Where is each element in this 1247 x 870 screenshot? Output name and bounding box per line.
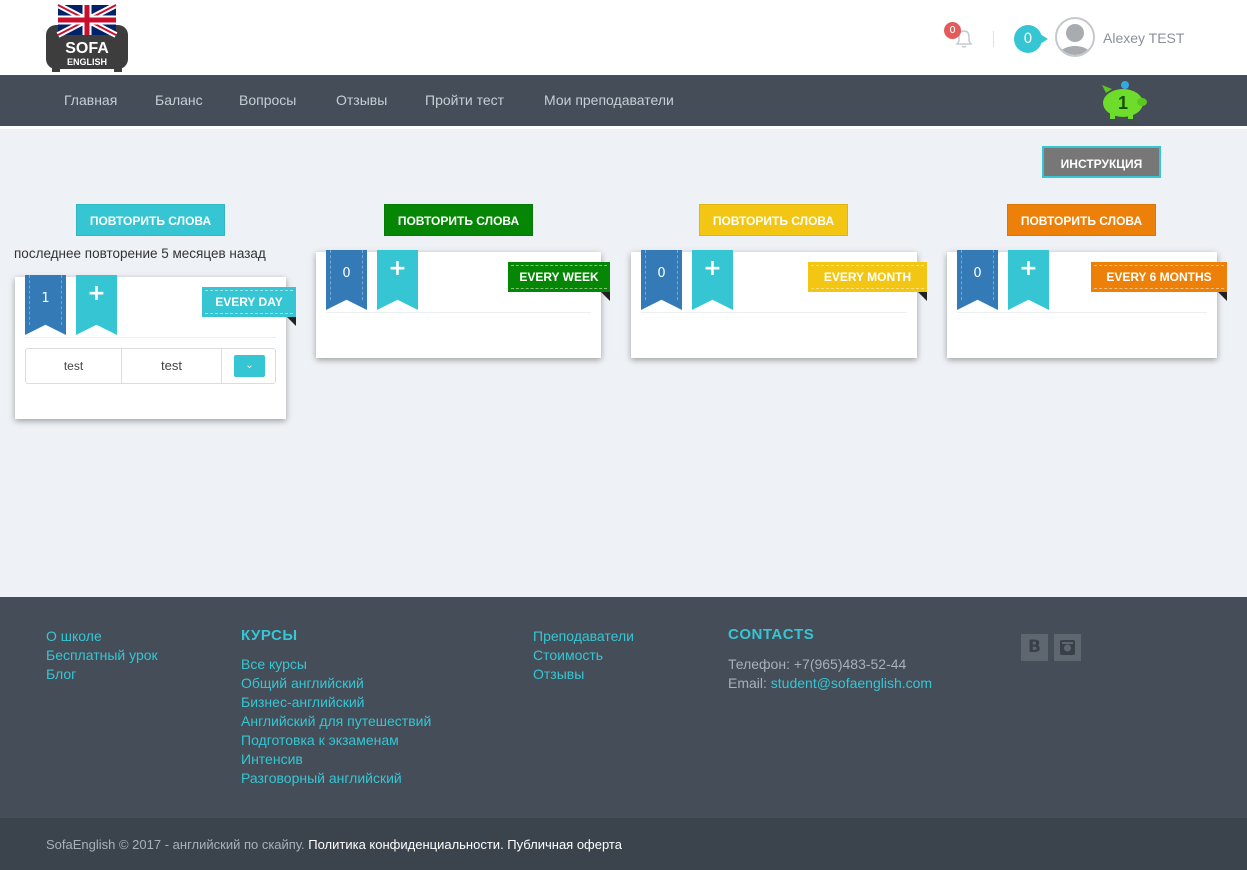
footer-link-course[interactable]: Разговорный английский — [241, 769, 402, 788]
repeat-words-button-monthly[interactable]: ПОВТОРИТЬ СЛОВА — [699, 204, 848, 236]
period-tag: EVERY 6 MONTHS — [1091, 262, 1227, 301]
deck-count: 0 — [973, 266, 982, 281]
footer-link-about[interactable]: О школе — [46, 627, 102, 646]
username-label[interactable]: Alexey TEST — [1103, 30, 1184, 46]
footer-link-pricing[interactable]: Стоимость — [533, 646, 603, 665]
repeat-words-button-weekly[interactable]: ПОВТОРИТЬ СЛОВА — [384, 204, 533, 236]
word-row: test test ⌄ — [25, 348, 276, 384]
deck-count: 1 — [41, 291, 50, 306]
nav-item-take-test[interactable]: Пройти тест — [425, 92, 504, 108]
instruction-button[interactable]: ИНСТРУКЦИЯ — [1042, 146, 1161, 178]
footer-link-reviews[interactable]: Отзывы — [533, 665, 584, 684]
avatar[interactable] — [1055, 17, 1095, 57]
footer-link-course[interactable]: Подготовка к экзаменам — [241, 731, 399, 750]
piggy-bank[interactable]: 1 — [1098, 79, 1150, 121]
piggy-bank-icon: 1 — [1102, 81, 1147, 119]
add-word-button[interactable]: + — [377, 250, 418, 310]
card-divider — [326, 312, 591, 313]
plus-icon: + — [703, 256, 722, 281]
footer-email-label: Email: — [728, 675, 771, 691]
deck-count-ribbon: 0 — [326, 250, 367, 310]
footer-link-teachers[interactable]: Преподаватели — [533, 627, 634, 646]
footer-email-row: Email: student@sofaenglish.com — [728, 674, 932, 693]
footer-link-course[interactable]: Общий английский — [241, 674, 364, 693]
top-header: SOFA ENGLISH 0 0 Alexey TEST — [0, 0, 1247, 75]
nav-item-questions[interactable]: Вопросы — [239, 92, 296, 108]
logo-text-bottom: ENGLISH — [67, 57, 107, 67]
word-original[interactable]: test — [26, 349, 121, 383]
copyright-bar: SofaEnglish © 2017 - английский по скайп… — [0, 818, 1247, 870]
period-tag: EVERY WEEK — [508, 262, 610, 301]
repeat-words-button-daily[interactable]: ПОВТОРИТЬ СЛОВА — [76, 204, 225, 236]
footer-phone: Телефон: +7(965)483-52-44 — [728, 656, 907, 672]
plus-icon: + — [388, 256, 407, 281]
deck-card-daily: 1 + EVERY DAY test test ⌄ — [15, 275, 296, 419]
last-repeat-text: последнее повторение 5 месяцев назад — [14, 246, 266, 261]
word-dropdown-button[interactable]: ⌄ — [234, 355, 265, 377]
repeat-words-button-6months[interactable]: ПОВТОРИТЬ СЛОВА — [1007, 204, 1156, 236]
nav-item-my-teachers[interactable]: Мои преподаватели — [544, 92, 674, 108]
add-word-button[interactable]: + — [76, 275, 117, 335]
instagram-icon[interactable] — [1054, 634, 1081, 661]
add-word-button[interactable]: + — [1008, 250, 1049, 310]
footer-contacts-heading: CONTACTS — [728, 626, 815, 643]
period-tag: EVERY MONTH — [808, 262, 927, 301]
nav-item-reviews[interactable]: Отзывы — [336, 92, 387, 108]
footer-link-course[interactable]: Интенсив — [241, 750, 303, 769]
messages-count-badge[interactable]: 0 — [1014, 25, 1048, 53]
copyright-label: SofaEnglish © 2017 - английский по скайп… — [46, 837, 309, 852]
deck-count: 0 — [657, 266, 666, 281]
deck-card-weekly: 0 + EVERY WEEK — [316, 250, 610, 358]
user-avatar-icon — [1059, 24, 1091, 55]
main-nav: Главная Баланс Вопросы Отзывы Пройти тес… — [0, 75, 1247, 126]
footer-link-course[interactable]: Английский для путешествий — [241, 712, 431, 731]
deck-card-6months: 0 + EVERY 6 MONTHS — [947, 250, 1227, 358]
sofaenglish-logo[interactable]: SOFA ENGLISH — [44, 2, 130, 73]
copyright-text: SofaEnglish © 2017 - английский по скайп… — [46, 837, 622, 852]
deck-count-ribbon: 0 — [641, 250, 682, 310]
card-divider — [25, 337, 276, 338]
notifications-button[interactable]: 0 — [944, 22, 974, 52]
privacy-policy-link[interactable]: Политика конфиденциальности — [308, 837, 500, 852]
nav-item-balance[interactable]: Баланс — [155, 92, 203, 108]
piggy-bank-value: 1 — [1118, 93, 1128, 113]
footer-link-blog[interactable]: Блог — [46, 665, 76, 684]
footer: О школе Бесплатный урок Блог КУРСЫ Все к… — [0, 597, 1247, 818]
card-divider — [957, 312, 1207, 313]
word-separator — [221, 349, 222, 383]
deck-count: 0 — [342, 266, 351, 281]
deck-count-ribbon: 1 — [25, 275, 66, 335]
footer-email-link[interactable]: student@sofaenglish.com — [771, 675, 932, 691]
nav-underline — [0, 126, 1247, 129]
deck-count-ribbon: 0 — [957, 250, 998, 310]
plus-icon: + — [87, 281, 106, 306]
word-translation[interactable]: test — [122, 349, 221, 383]
nav-item-home[interactable]: Главная — [64, 92, 117, 108]
footer-link-course[interactable]: Бизнес-английский — [241, 693, 365, 712]
public-offer-link[interactable]: Публичная оферта — [507, 837, 622, 852]
logo-text-top: SOFA — [65, 40, 109, 57]
notifications-count-badge: 0 — [944, 22, 961, 39]
plus-icon: + — [1019, 256, 1038, 281]
chevron-down-icon: ⌄ — [245, 360, 254, 371]
footer-link-free-lesson[interactable]: Бесплатный урок — [46, 646, 158, 665]
deck-card-monthly: 0 + EVERY MONTH — [631, 250, 927, 358]
card-divider — [641, 312, 907, 313]
add-word-button[interactable]: + — [692, 250, 733, 310]
vk-icon[interactable]: B — [1021, 634, 1048, 661]
header-separator — [993, 31, 994, 47]
period-tag: EVERY DAY — [202, 287, 296, 326]
footer-courses-heading: КУРСЫ — [241, 627, 298, 644]
footer-link-course[interactable]: Все курсы — [241, 655, 307, 674]
